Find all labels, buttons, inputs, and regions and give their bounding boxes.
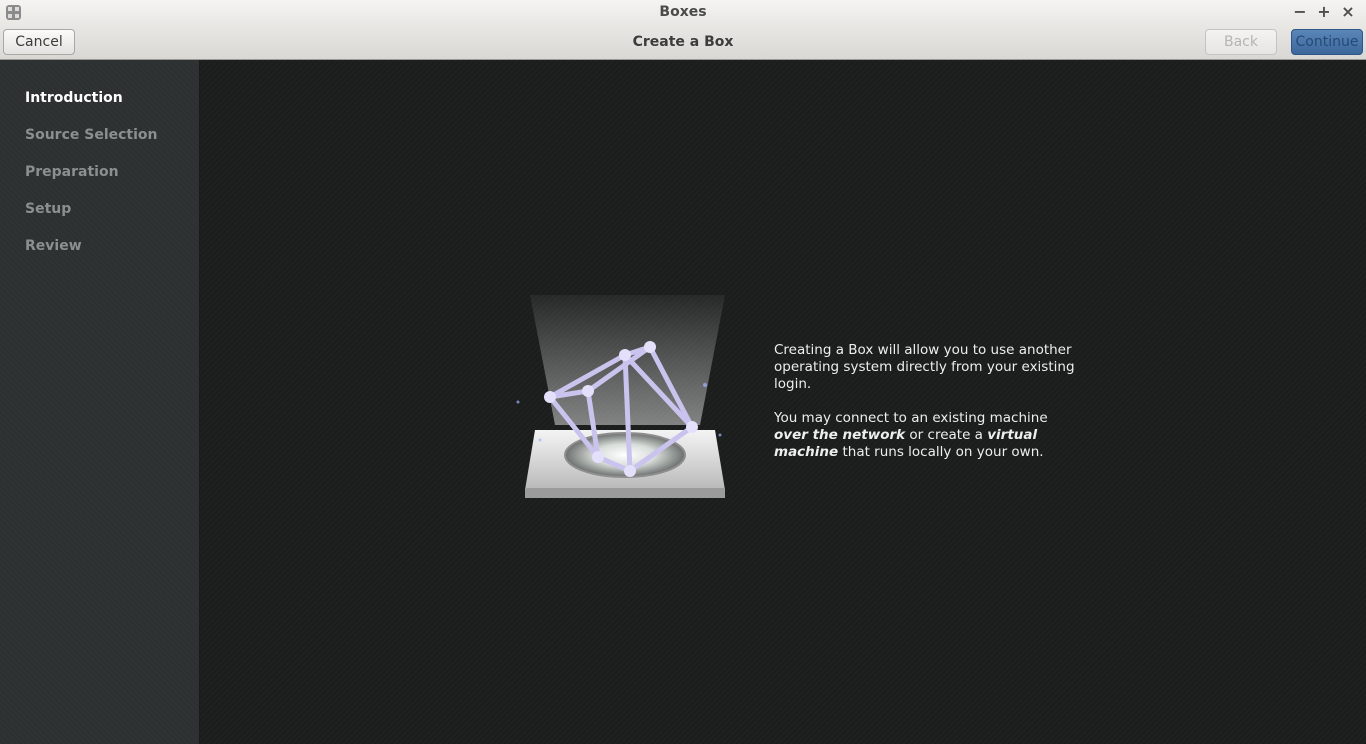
intro-text-segment: or create a [905, 427, 988, 443]
page-title: Create a Box [632, 34, 734, 50]
intro-paragraph-1: Creating a Box will allow you to use ano… [774, 342, 1075, 392]
step-review[interactable]: Review [25, 238, 82, 254]
box-hologram-illustration [516, 295, 725, 498]
intro-emphasis-network: over the network [774, 427, 906, 443]
window-controls: − + × [1290, 2, 1358, 22]
intro-paragraph-2: You may connect to an existing machine o… [774, 410, 1084, 461]
step-source-selection[interactable]: Source Selection [25, 127, 158, 143]
step-preparation[interactable]: Preparation [25, 164, 119, 180]
window-titlebar[interactable]: Boxes − + × [0, 0, 1366, 26]
window-title: Boxes [659, 4, 707, 20]
step-introduction[interactable]: Introduction [25, 90, 123, 106]
maximize-icon[interactable]: + [1314, 2, 1334, 22]
step-setup[interactable]: Setup [25, 201, 71, 217]
close-icon[interactable]: × [1338, 2, 1358, 22]
minimize-icon[interactable]: − [1290, 2, 1310, 22]
intro-text-segment: You may connect to an existing machine [774, 410, 1048, 426]
continue-button[interactable]: Continue [1291, 29, 1363, 55]
back-button[interactable]: Back [1205, 29, 1277, 55]
intro-text: Creating a Box will allow you to use ano… [774, 342, 1084, 478]
wizard-headerbar: Cancel Create a Box Back Continue [0, 26, 1366, 60]
wizard-steps-sidebar: Introduction Source Selection Preparatio… [0, 60, 200, 744]
intro-text-segment: that runs locally on your own. [838, 444, 1044, 460]
wizard-content: Creating a Box will allow you to use ano… [200, 60, 1366, 744]
